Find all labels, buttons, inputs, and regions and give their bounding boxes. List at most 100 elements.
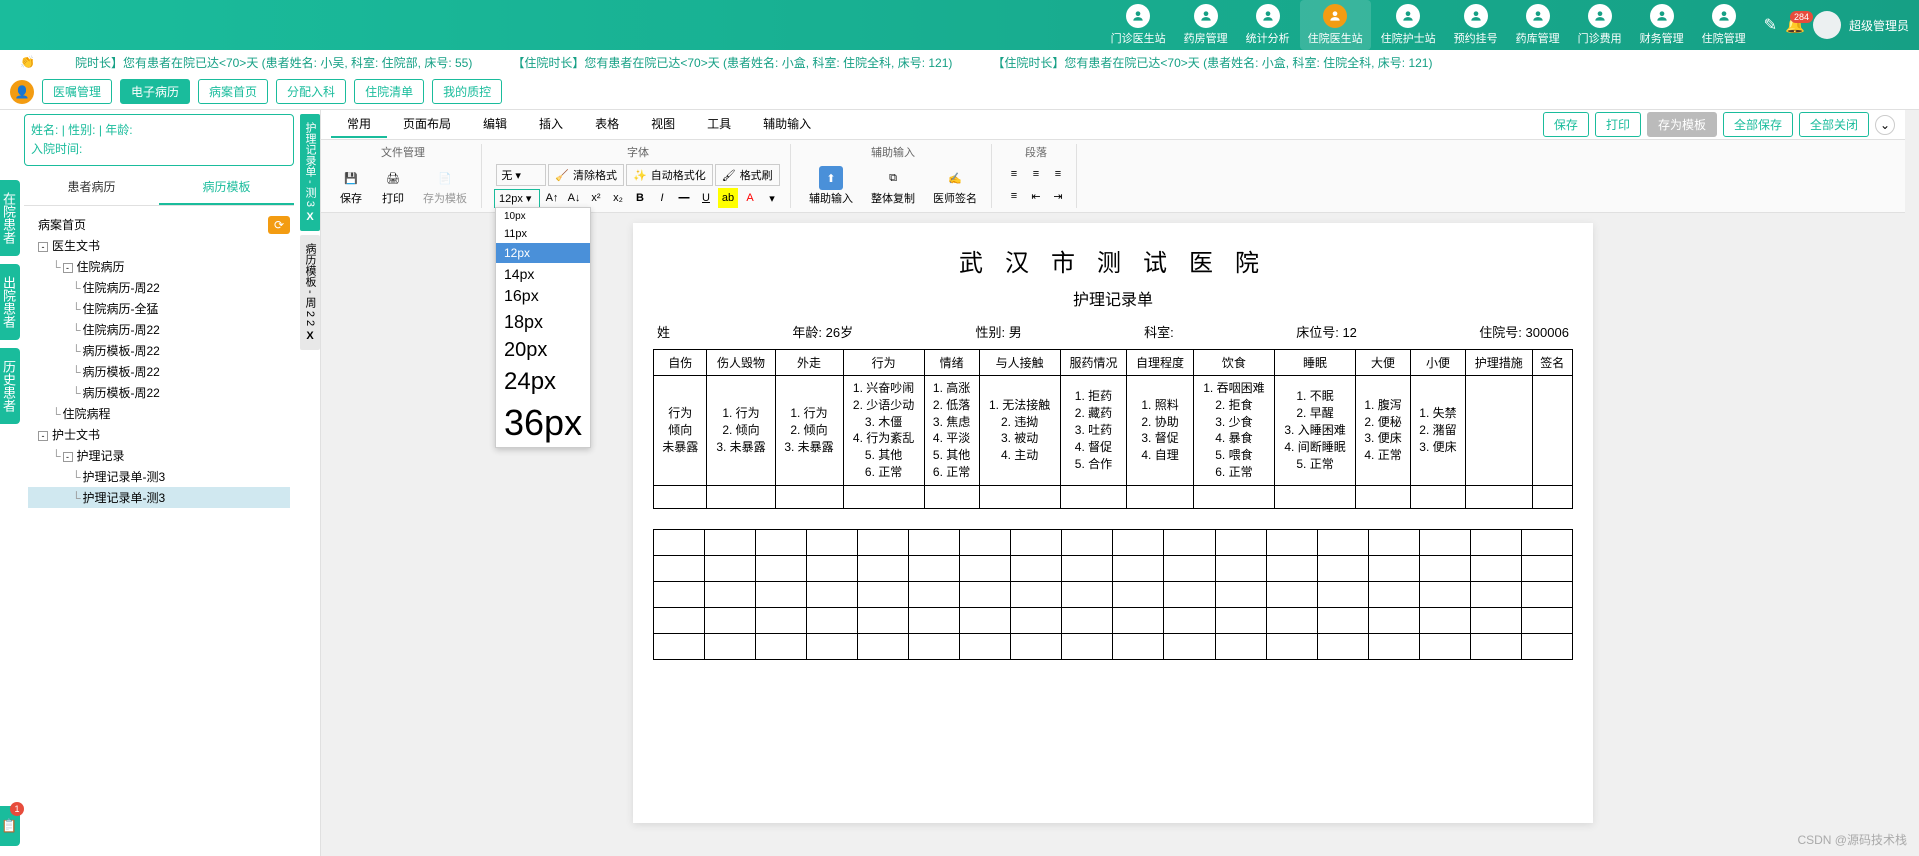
tree-node[interactable]: └住院病历-周22	[28, 319, 290, 340]
blank-cell[interactable]	[1470, 555, 1521, 581]
table-cell[interactable]: 1. 照料2. 协助3. 督促4. 自理	[1127, 376, 1194, 486]
table-cell[interactable]	[707, 485, 775, 508]
blank-cell[interactable]	[909, 581, 960, 607]
blank-cell[interactable]	[960, 633, 1011, 659]
tree-toggle-icon[interactable]: -	[63, 263, 73, 273]
blank-cell[interactable]	[654, 555, 705, 581]
align-justify-icon[interactable]: ≡	[1004, 186, 1024, 206]
blank-cell[interactable]	[1419, 607, 1470, 633]
align-right-icon[interactable]: ≡	[1048, 164, 1068, 184]
vertical-doc-tab[interactable]: 病历模板 - 周 2 2X	[300, 235, 320, 350]
nav-item[interactable]: 预约挂号	[1446, 0, 1506, 50]
blank-cell[interactable]	[1368, 555, 1419, 581]
table-cell[interactable]: 1. 吞咽困难2. 拒食3. 少食4. 暴食5. 喂食6. 正常	[1193, 376, 1274, 486]
blank-cell[interactable]	[1266, 555, 1317, 581]
blank-cell[interactable]	[1470, 633, 1521, 659]
blank-cell[interactable]	[705, 607, 756, 633]
tree-node[interactable]: -护士文书	[28, 424, 290, 445]
blank-cell[interactable]	[1368, 633, 1419, 659]
blank-cell[interactable]	[1317, 607, 1368, 633]
indent-left-icon[interactable]: ⇤	[1026, 186, 1046, 206]
table-cell[interactable]	[924, 485, 979, 508]
menu-item[interactable]: 表格	[579, 111, 635, 138]
blank-cell[interactable]	[1317, 555, 1368, 581]
font-size-option[interactable]: 18px	[496, 309, 590, 336]
blank-cell[interactable]	[1062, 607, 1113, 633]
blank-cell[interactable]	[654, 581, 705, 607]
tree-node[interactable]: └-护理记录	[28, 445, 290, 466]
table-cell[interactable]	[1465, 376, 1532, 486]
tree-toggle-icon[interactable]: -	[38, 431, 48, 441]
blank-cell[interactable]	[1368, 529, 1419, 555]
table-cell[interactable]: 1. 腹泻2. 便秘3. 便床4. 正常	[1356, 376, 1411, 486]
tree-node[interactable]: -医生文书	[28, 235, 290, 256]
align-center-icon[interactable]: ≡	[1026, 164, 1046, 184]
blank-cell[interactable]	[1062, 633, 1113, 659]
blank-cell[interactable]	[705, 529, 756, 555]
blank-cell[interactable]	[1011, 581, 1062, 607]
blank-cell[interactable]	[1215, 529, 1266, 555]
edit-icon[interactable]: ✎	[1764, 15, 1777, 35]
blank-cell[interactable]	[1164, 529, 1215, 555]
blank-cell[interactable]	[705, 555, 756, 581]
blank-cell[interactable]	[654, 529, 705, 555]
blank-cell[interactable]	[1521, 555, 1572, 581]
subscript-icon[interactable]: x₂	[608, 188, 628, 208]
indent-right-icon[interactable]: ⇥	[1048, 186, 1068, 206]
table-cell[interactable]	[1060, 485, 1127, 508]
superscript-icon[interactable]: x²	[586, 188, 606, 208]
blank-cell[interactable]	[1164, 607, 1215, 633]
table-cell[interactable]: 1. 失禁2. 潴留3. 便床	[1411, 376, 1466, 486]
blank-cell[interactable]	[960, 581, 1011, 607]
menu-action-button[interactable]: 全部关闭	[1799, 112, 1869, 137]
blank-cell[interactable]	[1113, 633, 1164, 659]
blank-cell[interactable]	[1011, 607, 1062, 633]
tree-node[interactable]: └病历模板-周22	[28, 382, 290, 403]
nav-item[interactable]: 住院医生站	[1300, 0, 1371, 50]
table-cell[interactable]	[979, 485, 1060, 508]
font-family-select[interactable]: 无 ▾	[496, 164, 546, 186]
blank-cell[interactable]	[1266, 529, 1317, 555]
expand-icon[interactable]: ⌄	[1875, 115, 1895, 135]
blank-cell[interactable]	[756, 581, 807, 607]
font-size-option[interactable]: 20px	[496, 336, 590, 365]
menu-item[interactable]: 插入	[523, 111, 579, 138]
menu-item[interactable]: 工具	[691, 111, 747, 138]
tree-toggle-icon[interactable]: -	[63, 452, 73, 462]
blank-cell[interactable]	[756, 555, 807, 581]
copy-all-button[interactable]: ⧉整体复制	[865, 164, 921, 208]
blank-cell[interactable]	[705, 633, 756, 659]
blank-cell[interactable]	[1164, 581, 1215, 607]
toolbar-button[interactable]: 医嘱管理	[42, 79, 112, 104]
table-cell[interactable]	[1127, 485, 1194, 508]
blank-cell[interactable]	[756, 607, 807, 633]
tab-patient-record[interactable]: 患者病历	[24, 170, 159, 205]
font-size-option[interactable]: 12px	[496, 243, 590, 263]
table-cell[interactable]	[775, 485, 843, 508]
nav-item[interactable]: 门诊费用	[1570, 0, 1630, 50]
blank-cell[interactable]	[1368, 607, 1419, 633]
tree-node[interactable]: └护理记录单-测3	[28, 487, 290, 508]
menu-action-button[interactable]: 全部保存	[1723, 112, 1793, 137]
nav-item[interactable]: 门诊医生站	[1103, 0, 1174, 50]
table-cell[interactable]: 1. 无法接触2. 违拗3. 被动4. 主动	[979, 376, 1060, 486]
document-page[interactable]: 武 汉 市 测 试 医 院 护理记录单 姓 年龄: 26岁 性别: 男 科室: …	[633, 223, 1593, 823]
blank-cell[interactable]	[807, 633, 858, 659]
align-left-icon[interactable]: ≡	[1004, 164, 1024, 184]
blank-cell[interactable]	[1011, 633, 1062, 659]
font-color-icon[interactable]: A	[740, 188, 760, 208]
save-button[interactable]: 💾保存	[333, 164, 369, 208]
menu-item[interactable]: 常用	[331, 111, 387, 138]
blank-cell[interactable]	[1470, 529, 1521, 555]
blank-cell[interactable]	[858, 529, 909, 555]
nav-item[interactable]: 财务管理	[1632, 0, 1692, 50]
blank-cell[interactable]	[1113, 555, 1164, 581]
user-name[interactable]: 超级管理员	[1849, 17, 1909, 34]
toolbar-button[interactable]: 住院清单	[354, 79, 424, 104]
blank-cell[interactable]	[858, 581, 909, 607]
table-cell[interactable]	[1193, 485, 1274, 508]
nav-item[interactable]: 药库管理	[1508, 0, 1568, 50]
blank-cell[interactable]	[909, 633, 960, 659]
menu-action-button[interactable]: 保存	[1543, 112, 1589, 137]
bell-icon[interactable]: 🔔284	[1785, 15, 1805, 35]
